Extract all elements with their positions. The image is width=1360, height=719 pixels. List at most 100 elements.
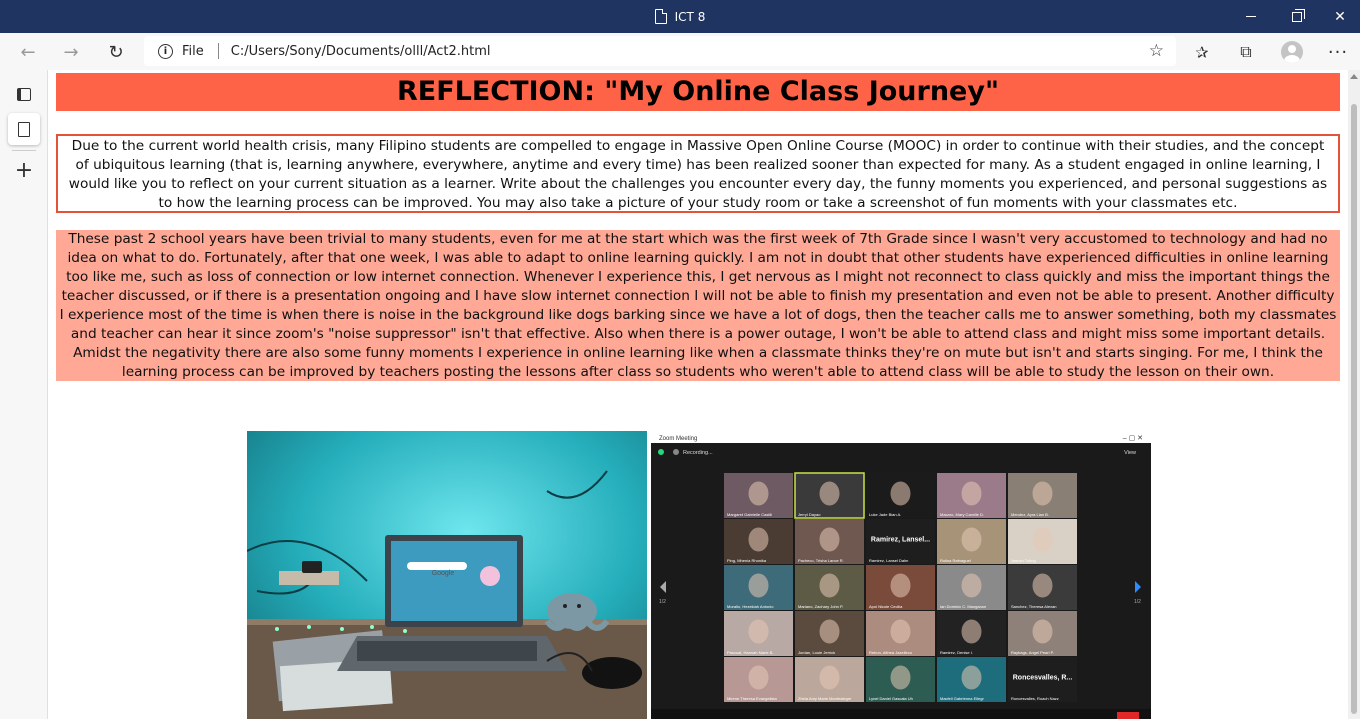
settings-more-button[interactable]: ··· [1325, 39, 1351, 65]
back-button[interactable]: ← [14, 38, 42, 66]
participant-name: Macfell Gabrienna Ellegr [940, 696, 984, 701]
collections-button[interactable]: ⧉ [1233, 39, 1259, 65]
participant-video-face [961, 665, 982, 690]
participant-video-face [748, 619, 769, 644]
scroll-up-icon[interactable] [1350, 74, 1358, 79]
participant-tile[interactable]: Ramirez, Denise I. [937, 611, 1006, 656]
view-button[interactable]: View [1124, 450, 1136, 456]
participant-tile[interactable]: Margaret Gabrielle Castill [724, 473, 793, 518]
participant-tile[interactable]: Jerryl Dayao [794, 472, 865, 519]
participant-tile[interactable]: Roncesvalles, R... Roncesvalles, Roach Na… [1008, 657, 1077, 702]
reload-button[interactable]: ↻ [102, 38, 130, 66]
study-room-illustration: Google [247, 431, 647, 719]
info-icon[interactable]: i [158, 43, 173, 59]
reflection-prompt: Due to the current world health crisis, … [56, 134, 1340, 213]
participant-tile[interactable]: Mariano, Zachary John P. [795, 565, 864, 610]
participant-name: Apoi Nicole Cecilia [869, 604, 903, 609]
participant-video-face [961, 481, 982, 506]
participant-tile[interactable]: Zhela Amy Marie Montealegre [795, 657, 864, 702]
participant-tile[interactable]: Mirene Theresa Evangelista [724, 657, 793, 702]
participant-tile[interactable]: Raybags, Angel Pearl P. [1008, 611, 1077, 656]
participant-name: Morallo, Hezekiah Antonio [727, 604, 774, 609]
participant-name: Jerryl Dayao [798, 512, 821, 517]
participant-video-face [748, 481, 769, 506]
participant-name: Ramirez, Denise I. [940, 650, 973, 655]
participant-name: Roncesvalles, Roach Nazz [1011, 696, 1059, 701]
browser-toolbar: ← → ↻ i File C:/Users/Sony/Documents/oll… [0, 33, 1360, 70]
participant-tile[interactable]: Ramirez, Lansel... Ramirez, Lansel Dalm [866, 519, 935, 564]
minimize-icon [1246, 16, 1256, 17]
url-text[interactable]: C:/Users/Sony/Documents/olll/Act2.html [231, 44, 491, 59]
participant-tile[interactable]: Lynel Daniel Gascala Uh [866, 657, 935, 702]
participant-display-name: Roncesvalles, R... [1013, 675, 1073, 682]
scroll-thumb[interactable] [1351, 104, 1357, 714]
participant-tile[interactable]: Pascual, Hannah Marie B. [724, 611, 793, 656]
participant-tile[interactable]: Rebon, Althea Jazelleco [866, 611, 935, 656]
restore-button[interactable] [1274, 0, 1320, 33]
zoom-window: Zoom Meeting – ▢ ✕ Recording... View 1/2… [651, 431, 1151, 719]
participant-name: Ramirez, Lansel Dalm [869, 558, 909, 563]
page-scrollbar[interactable] [1348, 70, 1360, 719]
participant-display-name: Ramirez, Lansel... [871, 537, 930, 544]
close-icon: ✕ [1334, 8, 1346, 25]
recording-indicator: Recording... [683, 450, 713, 456]
participant-tile[interactable]: Ping, Mhenia Rhonika [724, 519, 793, 564]
arrow-right-icon: → [63, 41, 79, 63]
file-scheme-label: File [182, 43, 204, 59]
participant-video-face [890, 665, 911, 690]
collections-icon: ⧉ [1240, 42, 1252, 61]
participant-video-face [890, 481, 911, 506]
tab-actions-button[interactable] [8, 78, 40, 110]
participant-tile[interactable]: Sanchez, Theresa Alexan [1008, 565, 1077, 610]
participant-video-face [819, 527, 840, 552]
participant-tile[interactable]: Jordan, Louie Jerrick [795, 611, 864, 656]
minimize-button[interactable] [1228, 0, 1274, 33]
participant-video-face [819, 481, 840, 506]
reflection-response: These past 2 school years have been triv… [56, 230, 1340, 381]
participant-tile[interactable]: Luke Jade Bian A. [866, 473, 935, 518]
new-tab-button[interactable]: + [8, 154, 40, 186]
participant-tile[interactable]: Ian Dominic C. Manganon [937, 565, 1006, 610]
participant-name: Luke Jade Bian A. [869, 512, 901, 517]
participant-video-face [890, 573, 911, 598]
sidebar-divider [12, 150, 36, 151]
document-icon [654, 9, 667, 24]
forward-button[interactable]: → [57, 38, 85, 66]
participant-gallery: Margaret Gabrielle Castill Jerryl Dayao Lu… [724, 472, 1077, 702]
participant-name: Rolina Rafnaguel [940, 558, 971, 563]
window-title-group: ICT 8 [0, 0, 1360, 33]
profile-button[interactable] [1279, 39, 1305, 65]
current-tab[interactable] [8, 113, 40, 145]
participant-name: Mariano, Zachary John P. [798, 604, 843, 609]
zoom-meeting-screenshot: Zoom Meeting – ▢ ✕ Recording... View 1/2… [651, 431, 1151, 719]
favorites-button[interactable]: ✰ [1189, 39, 1215, 65]
participant-tile[interactable]: Rolina Rafnaguel [937, 519, 1006, 564]
participant-video-face [1032, 573, 1053, 598]
participant-name: Pascual, Hannah Marie B. [727, 650, 773, 655]
participant-name: Ping, Mhenia Rhonika [727, 558, 767, 563]
arrow-left-icon: ← [20, 41, 36, 63]
window-title: ICT 8 [674, 9, 706, 24]
window-title-bar: ICT 8 ✕ [0, 0, 1360, 33]
participant-tile[interactable]: Jasmin Tuting [1008, 519, 1077, 564]
participant-tile[interactable]: Apoi Nicole Cecilia [866, 565, 935, 610]
zoom-window-title: Zoom Meeting [659, 436, 697, 442]
tab-actions-icon [17, 87, 31, 101]
participant-tile[interactable]: Macfell Gabrienna Ellegr [937, 657, 1006, 702]
participant-tile[interactable]: Mendez, Ayra Lian B. [1008, 473, 1077, 518]
participant-name: Ian Dominic C. Manganon [940, 604, 986, 609]
close-window-button[interactable]: ✕ [1320, 0, 1360, 33]
restore-icon [1292, 8, 1305, 22]
participant-name: Rebon, Althea Jazelleco [869, 650, 913, 655]
participant-tile[interactable]: Pacheco, Trisha Lance R. [795, 519, 864, 564]
more-icon: ··· [1327, 41, 1349, 63]
address-separator [217, 43, 219, 59]
address-bar[interactable]: i File C:/Users/Sony/Documents/olll/Act2… [144, 36, 1176, 66]
study-room-photo: Google [247, 431, 647, 719]
participant-video-face [819, 619, 840, 644]
leave-button[interactable] [1117, 712, 1139, 719]
add-favorite-icon[interactable]: ☆ [1149, 41, 1164, 61]
participant-tile[interactable]: Macaro, Mary Camille D. [937, 473, 1006, 518]
participant-name: Raybags, Angel Pearl P. [1011, 650, 1054, 655]
participant-tile[interactable]: Morallo, Hezekiah Antonio [724, 565, 793, 610]
